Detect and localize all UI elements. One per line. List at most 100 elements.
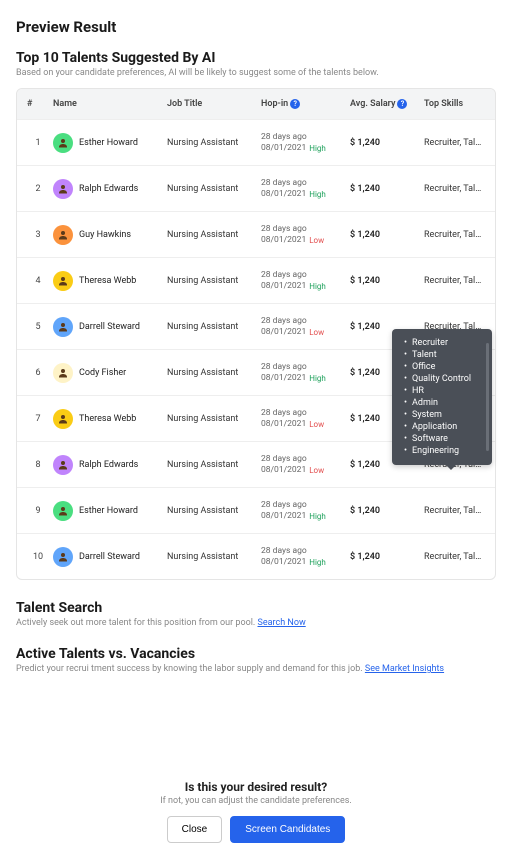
- hopin-date: 08/01/2021 Low: [261, 235, 346, 245]
- hopin-date: 08/01/2021 High: [261, 189, 346, 199]
- avatar: [53, 363, 73, 383]
- table-row[interactable]: 10 Darrell Steward Nursing Assistant 28 …: [17, 533, 495, 579]
- col-name: Name: [53, 99, 163, 109]
- hopin-date: 08/01/2021 Low: [261, 465, 346, 475]
- hopin-date: 08/01/2021 High: [261, 511, 346, 521]
- footer-sub: If not, you can adjust the candidate pre…: [0, 796, 512, 806]
- name-cell: Darrell Steward: [53, 317, 163, 337]
- tooltip-item: System: [412, 409, 482, 421]
- job-title: Nursing Assistant: [167, 184, 257, 194]
- salary: $ 1,240: [350, 184, 420, 194]
- hopin-tag: Low: [309, 328, 324, 337]
- hopin-cell: 28 days ago 08/01/2021 Low: [261, 316, 346, 337]
- hopin-cell: 28 days ago 08/01/2021 High: [261, 178, 346, 199]
- hopin-cell: 28 days ago 08/01/2021 Low: [261, 224, 346, 245]
- hopin-days: 28 days ago: [261, 500, 346, 510]
- hopin-days: 28 days ago: [261, 270, 346, 280]
- avatar: [53, 271, 73, 291]
- avatar: [53, 179, 73, 199]
- name-cell: Esther Howard: [53, 501, 163, 521]
- hopin-tag: High: [309, 374, 326, 383]
- hopin-date: 08/01/2021 Low: [261, 327, 346, 337]
- avatar: [53, 547, 73, 567]
- salary: $ 1,240: [350, 230, 420, 240]
- avatar: [53, 409, 73, 429]
- avatar: [53, 317, 73, 337]
- candidate-name: Ralph Edwards: [79, 460, 138, 470]
- hopin-tag: High: [309, 144, 326, 153]
- tooltip-item: Quality Control: [412, 373, 482, 385]
- name-cell: Theresa Webb: [53, 271, 163, 291]
- hopin-days: 28 days ago: [261, 316, 346, 326]
- info-icon[interactable]: ?: [397, 99, 407, 109]
- row-num: 9: [27, 506, 49, 516]
- hopin-days: 28 days ago: [261, 454, 346, 464]
- col-salary: Avg. Salary?: [350, 99, 420, 109]
- hopin-tag: Low: [309, 466, 324, 475]
- hopin-cell: 28 days ago 08/01/2021 High: [261, 362, 346, 383]
- hopin-days: 28 days ago: [261, 132, 346, 142]
- skills: Recruiter, Talent, Offi...: [424, 230, 485, 240]
- salary: $ 1,240: [350, 138, 420, 148]
- name-cell: Ralph Edwards: [53, 455, 163, 475]
- active-talents-title: Active Talents vs. Vacancies: [16, 646, 496, 662]
- active-talents-text: Predict your recrui tment success by kno…: [16, 664, 496, 674]
- hopin-days: 28 days ago: [261, 362, 346, 372]
- tooltip-item: Talent: [412, 349, 482, 361]
- job-title: Nursing Assistant: [167, 552, 257, 562]
- hopin-cell: 28 days ago 08/01/2021 High: [261, 500, 346, 521]
- table-row[interactable]: 2 Ralph Edwards Nursing Assistant 28 day…: [17, 165, 495, 211]
- hopin-cell: 28 days ago 08/01/2021 Low: [261, 454, 346, 475]
- table-row[interactable]: 1 Esther Howard Nursing Assistant 28 day…: [17, 119, 495, 165]
- table-row[interactable]: 9 Esther Howard Nursing Assistant 28 day…: [17, 487, 495, 533]
- hopin-date: 08/01/2021 High: [261, 281, 346, 291]
- row-num: 8: [27, 460, 49, 470]
- job-title: Nursing Assistant: [167, 322, 257, 332]
- tooltip-item: HR: [412, 385, 482, 397]
- table-row[interactable]: 3 Guy Hawkins Nursing Assistant 28 days …: [17, 211, 495, 257]
- row-num: 6: [27, 368, 49, 378]
- job-title: Nursing Assistant: [167, 230, 257, 240]
- hopin-cell: 28 days ago 08/01/2021 High: [261, 270, 346, 291]
- candidate-name: Darrell Steward: [79, 322, 140, 332]
- market-insights-link[interactable]: See Market Insights: [365, 664, 444, 674]
- hopin-days: 28 days ago: [261, 178, 346, 188]
- close-button[interactable]: Close: [167, 816, 223, 843]
- name-cell: Esther Howard: [53, 133, 163, 153]
- tooltip-item: Office: [412, 361, 482, 373]
- row-num: 5: [27, 322, 49, 332]
- name-cell: Ralph Edwards: [53, 179, 163, 199]
- row-num: 3: [27, 230, 49, 240]
- search-now-link[interactable]: Search Now: [258, 618, 306, 628]
- footer: Is this your desired result? If not, you…: [0, 780, 512, 843]
- candidate-name: Darrell Steward: [79, 552, 140, 562]
- tooltip-item: Admin: [412, 397, 482, 409]
- hopin-cell: 28 days ago 08/01/2021 Low: [261, 408, 346, 429]
- footer-title: Is this your desired result?: [0, 780, 512, 794]
- candidate-name: Theresa Webb: [79, 414, 136, 424]
- skills: Recruiter, Talent, Offi...: [424, 276, 485, 286]
- tooltip-item: Engineering: [412, 445, 482, 457]
- talent-search-title: Talent Search: [16, 600, 496, 616]
- hopin-date: 08/01/2021 High: [261, 373, 346, 383]
- table-row[interactable]: 4 Theresa Webb Nursing Assistant 28 days…: [17, 257, 495, 303]
- skills: Recruiter, Talent, Offi...: [424, 184, 485, 194]
- row-num: 10: [27, 552, 49, 562]
- hopin-cell: 28 days ago 08/01/2021 High: [261, 132, 346, 153]
- job-title: Nursing Assistant: [167, 368, 257, 378]
- col-job: Job Title: [167, 99, 257, 109]
- info-icon[interactable]: ?: [290, 99, 300, 109]
- skills: Recruiter, Talent, Offi...: [424, 552, 485, 562]
- candidate-name: Esther Howard: [79, 506, 138, 516]
- skills: Recruiter, Talent, Offi...: [424, 506, 485, 516]
- row-num: 4: [27, 276, 49, 286]
- hopin-tag: High: [309, 190, 326, 199]
- name-cell: Theresa Webb: [53, 409, 163, 429]
- tooltip-scrollbar[interactable]: [486, 343, 489, 451]
- salary: $ 1,240: [350, 276, 420, 286]
- candidate-name: Esther Howard: [79, 138, 138, 148]
- candidate-name: Guy Hawkins: [79, 230, 131, 240]
- hopin-date: 08/01/2021 High: [261, 143, 346, 153]
- candidate-name: Theresa Webb: [79, 276, 136, 286]
- screen-candidates-button[interactable]: Screen Candidates: [230, 816, 345, 843]
